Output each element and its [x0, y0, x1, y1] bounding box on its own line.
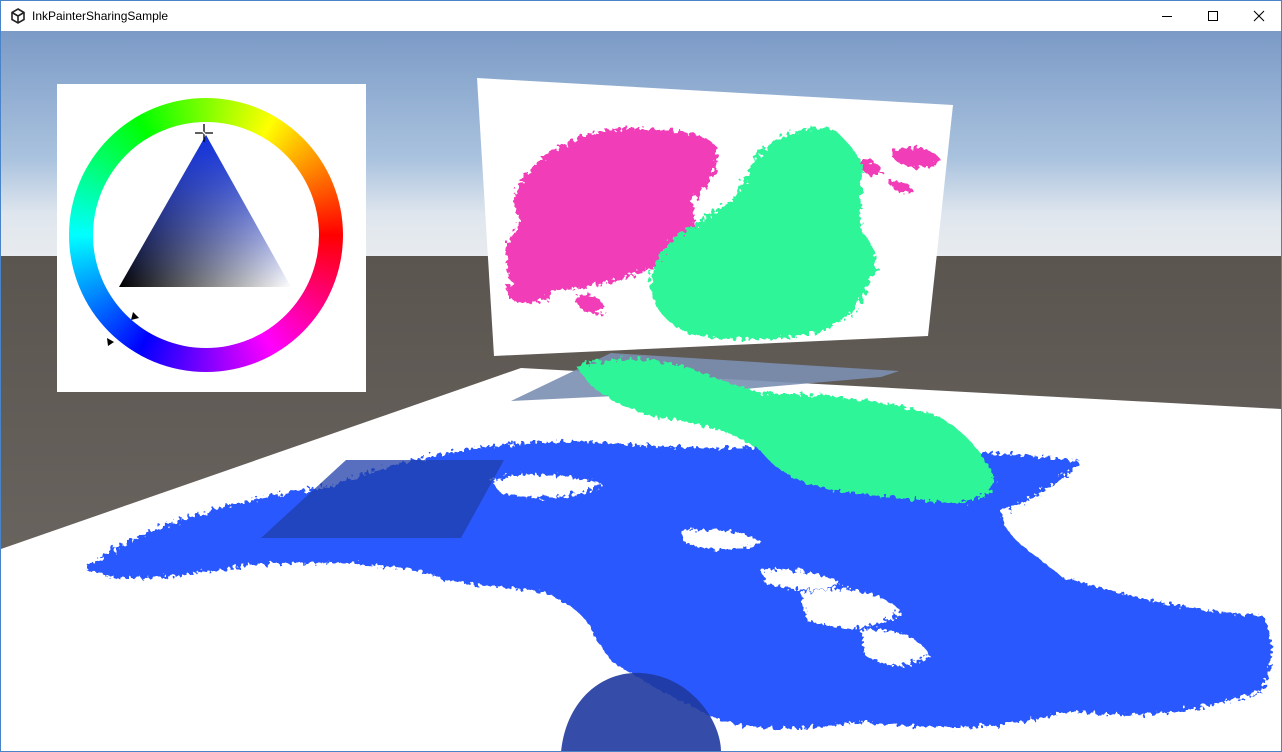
crosshair-cursor-icon — [195, 124, 213, 142]
maximize-icon — [1208, 11, 1218, 21]
minimize-icon — [1162, 16, 1172, 17]
close-button[interactable] — [1236, 1, 1281, 31]
minimize-button[interactable] — [1144, 1, 1190, 31]
app-window: InkPainterSharingSample — [0, 0, 1282, 752]
unity-icon — [11, 8, 25, 24]
hue-marker-icon — [107, 338, 114, 346]
maximize-button[interactable] — [1190, 1, 1236, 31]
title-bar[interactable]: InkPainterSharingSample — [1, 1, 1281, 31]
game-viewport[interactable] — [1, 31, 1281, 751]
color-picker-panel[interactable] — [57, 84, 366, 392]
close-icon — [1253, 10, 1265, 22]
hue-marker-icon — [131, 312, 139, 320]
window-title: InkPainterSharingSample — [32, 9, 169, 23]
saturation-value-triangle-icon[interactable] — [57, 84, 366, 392]
